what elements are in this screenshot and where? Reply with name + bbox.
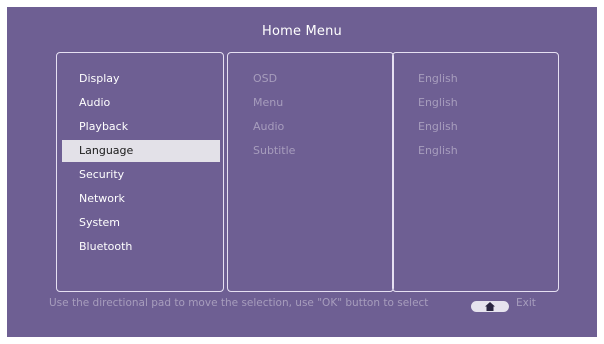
tv-screen: Home Menu Display Audio Playback Languag… — [7, 7, 597, 337]
value-audio: English — [418, 120, 458, 133]
option-audio[interactable]: Audio — [253, 116, 295, 138]
home-button[interactable] — [471, 301, 509, 312]
menu-item-bluetooth[interactable]: Bluetooth — [62, 236, 220, 258]
values-panel: English English English English — [392, 52, 559, 292]
option-menu[interactable]: Menu — [253, 92, 295, 114]
menu-item-network[interactable]: Network — [62, 188, 220, 210]
menu-item-language[interactable]: Language — [62, 140, 220, 162]
value-menu: English — [418, 96, 458, 109]
navigation-hint: Use the directional pad to move the sele… — [49, 297, 429, 309]
exit-label: Exit — [516, 297, 536, 309]
menu-item-display[interactable]: Display — [62, 68, 220, 90]
option-subtitle[interactable]: Subtitle — [253, 140, 295, 162]
language-options: OSD Menu Audio Subtitle — [253, 68, 295, 164]
option-osd[interactable]: OSD — [253, 68, 295, 90]
value-subtitle: English — [418, 144, 458, 157]
value-osd: English — [418, 72, 458, 85]
menu-item-audio[interactable]: Audio — [62, 92, 220, 114]
main-menu-panel: Display Audio Playback Language Security… — [56, 52, 224, 292]
home-icon — [485, 302, 495, 311]
submenu-panel: OSD Menu Audio Subtitle — [227, 52, 394, 292]
menu-item-security[interactable]: Security — [62, 164, 220, 186]
menu-item-playback[interactable]: Playback — [62, 116, 220, 138]
language-values: English English English English — [418, 68, 458, 164]
menu-item-system[interactable]: System — [62, 212, 220, 234]
page-title: Home Menu — [261, 24, 343, 39]
main-menu: Display Audio Playback Language Security… — [62, 68, 220, 260]
